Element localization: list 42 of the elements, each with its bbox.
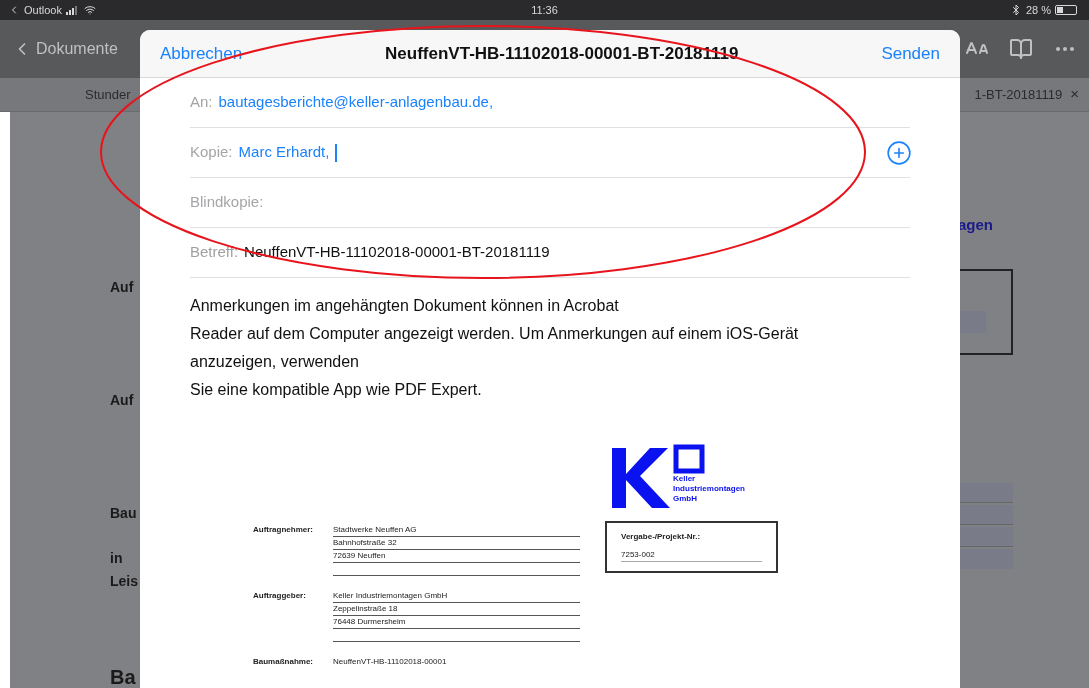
document-tab[interactable]: Stunder <box>85 84 131 105</box>
book-icon[interactable] <box>1009 37 1033 61</box>
form-label: Auftragnehmer: <box>253 524 314 536</box>
field-label: An: <box>190 92 213 113</box>
document-heading: agen <box>958 215 994 235</box>
battery-percent: 28 % <box>1025 2 1051 18</box>
recipient-field[interactable]: Marc Erhardt, <box>238 141 330 164</box>
form-label: Baumaßnahme: <box>253 656 314 668</box>
form-line: NeuffenVT-HB-11102018-00001 <box>333 656 447 668</box>
document-label: Leis <box>110 572 139 591</box>
status-time: 11:36 <box>531 2 558 18</box>
back-button[interactable]: Dokumente <box>12 37 118 61</box>
field-label: Betreff: <box>190 242 239 263</box>
subject-field[interactable]: NeuffenVT-HB-11102018-00001-BT-20181119 <box>244 241 550 264</box>
form-line: Keller Industriemontagen GmbH <box>333 590 580 603</box>
company-logo: Keller Industriemontagen GmbH <box>612 444 780 508</box>
close-tab-icon[interactable]: × <box>1070 83 1079 106</box>
status-app-name: Outlook <box>24 2 62 18</box>
message-body: Anmerkungen im angehängten Dokument können in Acrobat Reader auf dem Computer angezeigt werden. Um Anmerkungen auf einem iOS-Gerät anzuzeigen, verwenden Sie eine kompatible App wie PDF Expert. <box>190 296 800 400</box>
send-button[interactable]: Senden <box>881 40 940 67</box>
document-label: Auf <box>110 391 135 410</box>
wifi-icon <box>83 4 96 16</box>
form-line: Stadtwerke Neuffen AG <box>333 524 580 537</box>
document-label: Bau <box>110 504 138 523</box>
form-label: Vergabe-/Projekt-Nr.: <box>621 531 702 543</box>
document-label: in <box>110 549 124 568</box>
battery-icon <box>1055 5 1077 15</box>
form-line: Bahnhofstraße 32 <box>333 537 580 550</box>
recipient-field[interactable]: bautagesberichte@keller-anlagenbau.de, <box>218 91 494 114</box>
field-label: Blindkopie: <box>190 192 264 213</box>
field-label: Kopie: <box>190 142 233 163</box>
form-line: 76448 Durmersheim <box>333 616 580 629</box>
form-line: 72639 Neuffen <box>333 550 580 563</box>
form-line: Zeppelinstraße 18 <box>333 603 580 616</box>
signal-icon <box>65 5 80 15</box>
document-tab[interactable]: 1-BT-20181119 <box>974 84 1063 105</box>
form-label: Auftraggeber: <box>253 590 307 602</box>
form-line: 7253-002 <box>621 549 762 562</box>
add-contact-icon[interactable] <box>886 139 912 166</box>
document-label: Auf <box>110 278 135 297</box>
cancel-button[interactable]: Abbrechen <box>160 40 243 67</box>
document-heading: Ba <box>110 665 137 688</box>
